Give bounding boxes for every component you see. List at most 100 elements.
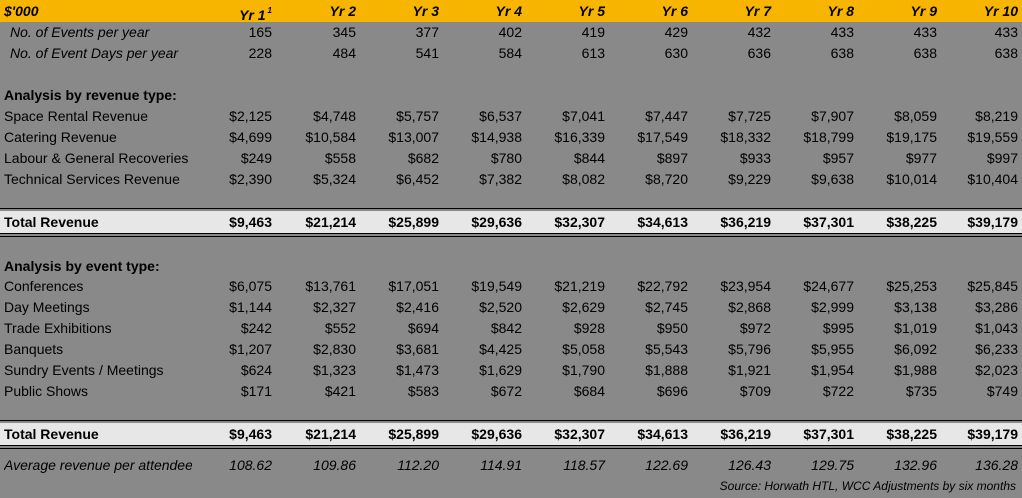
events-per-year-row: No. of Events per year 165 345 377 402 4… <box>0 22 1022 43</box>
row-label: Technical Services Revenue <box>4 171 180 187</box>
value-cell: $1,323 <box>313 362 356 378</box>
total-cell: $21,214 <box>305 214 356 230</box>
year-header: Yr 8 <box>827 3 854 19</box>
value-cell: $23,954 <box>720 278 771 294</box>
revenue-total-row: Total Revenue $9,463 $21,214 $25,899 $29… <box>0 211 1022 233</box>
data-row: Trade Exhibitions $242 $552 $694 $842 $928 $95… <box>0 318 1022 339</box>
total-cell: $37,301 <box>803 426 854 442</box>
value-cell: $844 <box>573 150 605 166</box>
value-cell: 638 <box>913 45 937 61</box>
value-cell: $4,425 <box>479 341 522 357</box>
value-cell: $1,888 <box>645 362 688 378</box>
value-cell: $2,629 <box>562 299 605 315</box>
value-cell: 109.86 <box>313 457 356 473</box>
value-cell: $2,023 <box>975 362 1018 378</box>
value-cell: $5,796 <box>728 341 771 357</box>
value-cell: $1,473 <box>396 362 439 378</box>
value-cell: 165 <box>248 24 272 40</box>
value-cell: $5,324 <box>313 171 356 187</box>
total-cell: $34,613 <box>637 426 688 442</box>
total-cell: $9,463 <box>229 426 272 442</box>
value-cell: $5,058 <box>562 341 605 357</box>
value-cell: 132.96 <box>894 457 937 473</box>
value-cell: $3,681 <box>396 341 439 357</box>
value-cell: $25,253 <box>886 278 937 294</box>
value-cell: 584 <box>498 45 522 61</box>
value-cell: $10,404 <box>967 171 1018 187</box>
value-cell: $1,988 <box>894 362 937 378</box>
value-cell: $18,332 <box>720 129 771 145</box>
value-cell: $696 <box>656 383 688 399</box>
year-header: Yr 4 <box>495 3 522 19</box>
row-label: No. of Events per year <box>10 24 150 40</box>
data-row: Public Shows $171 $421 $583 $672 $684 $696 $709… <box>0 381 1022 402</box>
data-row: Technical Services Revenue $2,390 $5,324 $6… <box>0 169 1022 190</box>
total-cell: $38,225 <box>886 426 937 442</box>
value-cell: 112.20 <box>397 457 439 473</box>
total-cell: $29,636 <box>471 214 522 230</box>
total-cell: $29,636 <box>471 426 522 442</box>
total-cell: $36,219 <box>720 214 771 230</box>
value-cell: $1,043 <box>975 320 1018 336</box>
value-cell: $997 <box>986 150 1018 166</box>
value-cell: $17,051 <box>388 278 439 294</box>
value-cell: $7,447 <box>645 108 688 124</box>
value-cell: $25,845 <box>967 278 1018 294</box>
value-cell: 433 <box>994 24 1018 40</box>
value-cell: $672 <box>490 383 522 399</box>
value-cell: $928 <box>573 320 605 336</box>
value-cell: $1,019 <box>894 320 937 336</box>
value-cell: $22,792 <box>637 278 688 294</box>
total-cell: $34,613 <box>637 214 688 230</box>
value-cell: $722 <box>822 383 854 399</box>
value-cell: $2,327 <box>313 299 356 315</box>
value-cell: 108.62 <box>229 457 272 473</box>
value-cell: 613 <box>581 45 605 61</box>
total-cell: $39,179 <box>967 214 1018 230</box>
value-cell: $8,082 <box>562 171 605 187</box>
value-cell: 114.91 <box>480 457 522 473</box>
value-cell: $1,790 <box>562 362 605 378</box>
value-cell: 419 <box>581 24 605 40</box>
data-row: Labour & General Recoveries $249 $558 $682 $… <box>0 148 1022 169</box>
value-cell: $957 <box>822 150 854 166</box>
value-cell: $684 <box>573 383 605 399</box>
value-cell: $14,938 <box>471 129 522 145</box>
data-row: Sundry Events / Meetings $624 $1,323 $1,473… <box>0 360 1022 381</box>
year-header: Yr 3 <box>412 3 439 19</box>
value-cell: $19,175 <box>886 129 937 145</box>
value-cell: $5,757 <box>396 108 439 124</box>
value-cell: $972 <box>739 320 771 336</box>
value-cell: $780 <box>490 150 522 166</box>
value-cell: $624 <box>240 362 272 378</box>
value-cell: $995 <box>822 320 854 336</box>
data-row: Catering Revenue $4,699 $10,584 $13,007 $14,… <box>0 127 1022 148</box>
value-cell: 402 <box>498 24 522 40</box>
total-cell: $32,307 <box>554 214 605 230</box>
value-cell: $2,125 <box>229 108 272 124</box>
value-cell: $1,629 <box>479 362 522 378</box>
row-label: Sundry Events / Meetings <box>4 362 164 378</box>
value-cell: $1,207 <box>229 341 272 357</box>
average-revenue-row: Average revenue per attendee 108.62 109.… <box>0 455 1022 476</box>
event-total-row: Total Revenue $9,463 $21,214 $25,899 $29… <box>0 423 1022 445</box>
value-cell: $709 <box>739 383 771 399</box>
value-cell: 122.69 <box>645 457 688 473</box>
value-cell: $2,520 <box>479 299 522 315</box>
value-cell: $749 <box>986 383 1018 399</box>
value-cell: $19,549 <box>471 278 522 294</box>
value-cell: $10,584 <box>305 129 356 145</box>
data-row: Space Rental Revenue $2,125 $4,748 $5,757 $6… <box>0 106 1022 127</box>
section-title: Analysis by revenue type: <box>4 87 177 103</box>
value-cell: $2,830 <box>313 341 356 357</box>
value-cell: $682 <box>407 150 439 166</box>
year-header: Yr 10 <box>983 3 1018 19</box>
total-cell: $39,179 <box>967 426 1018 442</box>
value-cell: $21,219 <box>554 278 605 294</box>
value-cell: $9,638 <box>811 171 854 187</box>
value-cell: $1,144 <box>229 299 272 315</box>
data-row: Banquets $1,207 $2,830 $3,681 $4,425 $5,058 $5… <box>0 339 1022 360</box>
year-header: Yr 5 <box>578 3 605 19</box>
value-cell: $583 <box>407 383 439 399</box>
value-cell: $7,041 <box>562 108 605 124</box>
